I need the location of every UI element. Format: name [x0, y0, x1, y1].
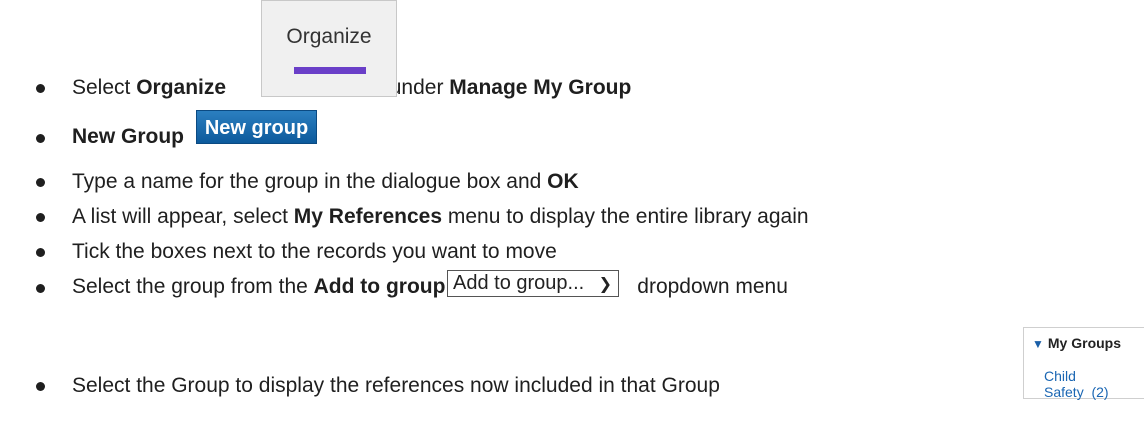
organize-text: Organize: [136, 76, 227, 99]
step-5: Tick the boxes next to the records you w…: [72, 240, 557, 263]
new-group-button[interactable]: New group: [196, 110, 317, 144]
triangle-down-icon: ▼: [1032, 337, 1044, 351]
step-7: Select the Group to display the referenc…: [72, 374, 720, 397]
new-group-text: New Group: [72, 125, 185, 148]
bullet: [36, 84, 45, 93]
ok-text: OK: [547, 170, 579, 193]
bullet: [36, 134, 45, 143]
group-count: (2): [1091, 384, 1109, 400]
bullet: [36, 284, 45, 293]
organize-button[interactable]: Organize: [261, 0, 397, 97]
manage-my-group-text: Manage My Group: [449, 76, 632, 99]
bullet: [36, 382, 45, 391]
organize-active-indicator: [294, 67, 366, 74]
my-references-text: My References: [293, 205, 443, 228]
bullet: [36, 213, 45, 222]
add-to-group-select[interactable]: Add to group... ❯: [447, 270, 619, 297]
step-3: Type a name for the group in the dialogu…: [72, 170, 579, 193]
step-2: New Group: [72, 124, 184, 150]
step-4: A list will appear, select My References…: [72, 205, 809, 228]
step-6: Select the group from the Add to group d…: [72, 275, 788, 298]
my-groups-header[interactable]: ▼ My Groups: [1032, 335, 1121, 351]
add-to-group-value: Add to group...: [453, 272, 585, 294]
organize-button-label: Organize: [286, 25, 372, 48]
add-to-group-text: Add to group: [313, 275, 446, 298]
group-link-child-safety[interactable]: Child Safety (2): [1044, 368, 1144, 400]
chevron-down-icon: ❯: [598, 276, 612, 293]
my-groups-panel: ▼ My Groups Child Safety (2): [1023, 327, 1144, 400]
bullet: [36, 248, 45, 257]
bullet: [36, 178, 45, 187]
